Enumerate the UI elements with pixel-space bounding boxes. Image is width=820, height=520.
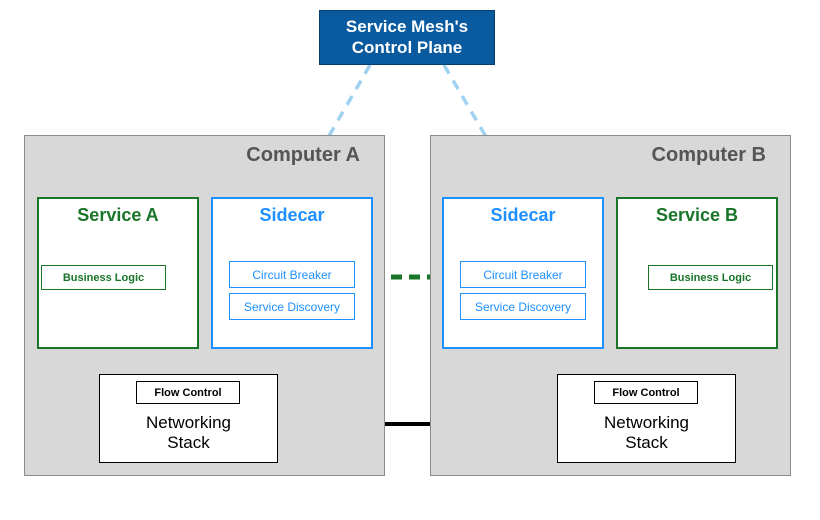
netstack-b-title-l1: Networking <box>604 413 689 432</box>
netstack-b-title-l2: Stack <box>625 433 668 452</box>
netstack-a-title-l2: Stack <box>167 433 210 452</box>
sidecar-b-title: Sidecar <box>444 205 602 226</box>
sidecar-a-service-discovery: Service Discovery <box>229 293 355 320</box>
netstack-a-title-l1: Networking <box>146 413 231 432</box>
service-b-title: Service B <box>618 205 776 226</box>
netstack-a-title: Networking Stack <box>100 413 277 452</box>
computer-b-label: Computer B <box>652 144 766 167</box>
control-plane-line2: Control Plane <box>320 38 494 58</box>
netstack-a-flow-control: Flow Control <box>136 381 240 404</box>
control-plane-line1: Service Mesh's <box>320 17 494 37</box>
netstack-b-flow-control: Flow Control <box>594 381 698 404</box>
sidecar-a-title: Sidecar <box>213 205 371 226</box>
sidecar-b-service-discovery: Service Discovery <box>460 293 586 320</box>
netstack-b-title: Networking Stack <box>558 413 735 452</box>
sidecar-b-circuit-breaker: Circuit Breaker <box>460 261 586 288</box>
service-b-business-logic: Business Logic <box>648 265 773 290</box>
control-plane-box: Service Mesh's Control Plane <box>319 10 495 65</box>
computer-a-label: Computer A <box>246 144 360 167</box>
service-a-title: Service A <box>39 205 197 226</box>
sidecar-a-circuit-breaker: Circuit Breaker <box>229 261 355 288</box>
service-a-business-logic: Business Logic <box>41 265 166 290</box>
diagram-canvas: Service Mesh's Control Plane Computer A … <box>0 0 820 520</box>
